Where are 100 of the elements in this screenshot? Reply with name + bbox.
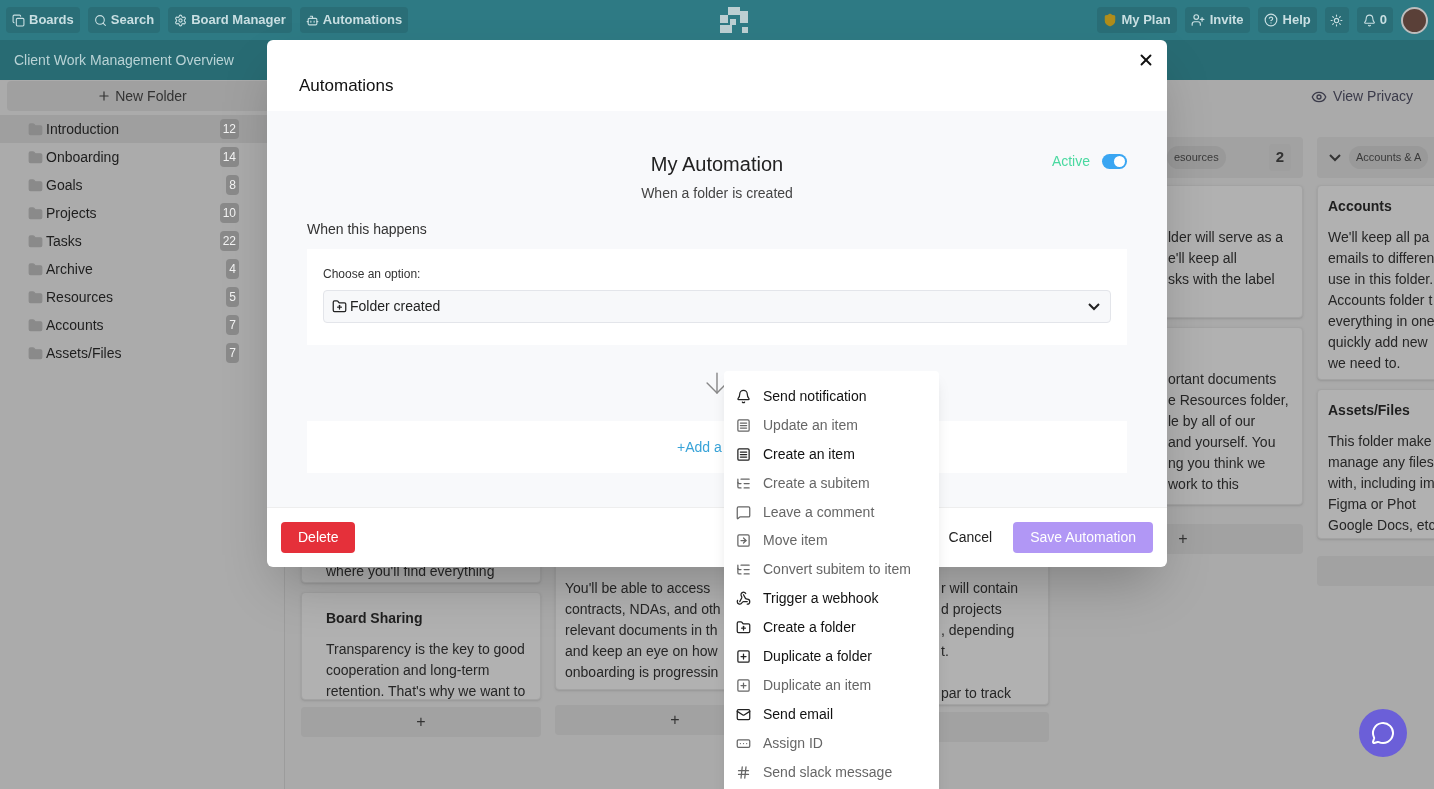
card-text: and keep an eye on how	[565, 642, 718, 661]
add-card-button[interactable]: +	[301, 707, 541, 737]
tree-icon	[736, 562, 751, 578]
folder-icon	[28, 317, 43, 333]
dialog-title: Automations	[299, 74, 394, 97]
hash-icon	[736, 764, 751, 780]
card-text: , depending	[941, 621, 1015, 640]
nav-button[interactable]: Search	[87, 7, 161, 33]
notifications-button[interactable]: 0	[1356, 7, 1393, 33]
folder-name: Tasks	[46, 231, 83, 251]
folder-icon	[28, 289, 43, 305]
chat-button[interactable]	[1359, 709, 1407, 757]
arrow-box-icon	[736, 533, 751, 549]
chat-icon	[1371, 721, 1395, 745]
theme-button[interactable]	[1324, 7, 1349, 33]
delete-button[interactable]: Delete	[281, 522, 356, 553]
folder-item[interactable]: Archive 4	[0, 255, 284, 283]
automation-name: My Automation	[650, 152, 784, 177]
card-text: everything in one	[1328, 312, 1434, 331]
toolbar-button[interactable]: Invite	[1184, 7, 1250, 33]
card-text: We'll keep all pa	[1328, 228, 1430, 247]
folder-item[interactable]: Assets/Files 7	[0, 339, 284, 367]
folder-name: Archive	[46, 259, 94, 279]
tree-icon	[736, 475, 751, 491]
card-text: t.	[941, 642, 949, 661]
folder-item[interactable]: Goals 8	[0, 171, 284, 199]
settings-icon	[174, 13, 188, 27]
card-text: e Resources folder,	[1168, 391, 1289, 410]
card-text: use in this folder.	[1328, 270, 1434, 289]
shield-icon	[1102, 13, 1117, 27]
menu-item[interactable]: Create an item	[724, 439, 939, 469]
select-value: Folder created	[350, 297, 442, 316]
card-text: sks with the label	[1168, 270, 1275, 289]
column-tag: esources	[1167, 146, 1226, 169]
folder-name: Onboarding	[46, 147, 121, 167]
comment-icon	[736, 504, 751, 520]
folder-icon	[28, 233, 43, 249]
folder-count: 22	[219, 231, 239, 251]
folder-item[interactable]: Resources 5	[0, 283, 284, 311]
menu-item[interactable]: Send notification	[724, 382, 939, 411]
plus-box-icon	[736, 677, 751, 693]
active-toggle[interactable]	[1102, 154, 1127, 169]
logo	[720, 7, 749, 33]
folder-count: 8	[226, 175, 239, 195]
toolbar-button[interactable]: My Plan	[1096, 7, 1177, 33]
card-title: Board Sharing	[326, 609, 424, 628]
bell-icon	[1362, 13, 1376, 27]
section-label: When this happens	[307, 220, 427, 239]
card-text: we need to.	[1328, 354, 1401, 373]
folder-item[interactable]: Onboarding 14	[0, 143, 284, 171]
card-text: d projects	[941, 600, 1002, 619]
nav-button[interactable]: Board Manager	[168, 7, 292, 33]
card-text: le by all of our	[1168, 412, 1256, 431]
card-text: onboarding is progressin	[565, 663, 719, 682]
folder-count: 5	[226, 287, 239, 307]
board-title: Client Work Management Overview	[14, 50, 234, 70]
card-text: Accounts folder t	[1328, 291, 1433, 310]
folder-name: Introduction	[46, 119, 121, 139]
card-text: e'll keep all	[1168, 249, 1237, 268]
card-title: Accounts	[1328, 197, 1393, 216]
menu-item[interactable]: Trigger a webhook	[724, 584, 939, 614]
nav-button[interactable]: Automations	[299, 7, 409, 33]
card-text: This folder make	[1328, 432, 1432, 451]
mail-icon	[736, 706, 751, 722]
folder-count: 12	[219, 119, 239, 139]
folder-plus-icon	[332, 299, 347, 314]
card-text: par to track	[941, 684, 1012, 703]
card-text: ortant documents	[1168, 370, 1277, 389]
menu-item[interactable]: Create a folder	[724, 613, 939, 642]
view-privacy-link[interactable]: View Privacy	[1333, 86, 1413, 107]
card-text: r will contain	[941, 579, 1019, 598]
folder-item[interactable]: Accounts 7	[0, 311, 284, 339]
field-label: Choose an option:	[323, 266, 421, 283]
card-text: relevant documents in th	[565, 621, 718, 640]
chevron-icon[interactable]	[1329, 153, 1341, 162]
card-text: ng you think we	[1168, 454, 1266, 473]
plus-icon	[97, 89, 112, 103]
avatar[interactable]	[1401, 6, 1428, 34]
folder-item[interactable]: Tasks 22	[0, 227, 284, 255]
nav-button[interactable]: Boards	[6, 7, 80, 33]
toolbar-button[interactable]: Help	[1257, 7, 1317, 33]
menu-item[interactable]: Duplicate a folder	[724, 642, 939, 671]
webhook-icon	[736, 591, 751, 607]
column-tag: Accounts & A	[1349, 146, 1429, 169]
card-text: with, including im	[1328, 474, 1434, 493]
folder-name: Assets/Files	[46, 343, 123, 363]
trigger-select[interactable]: Folder created	[323, 290, 1111, 323]
card-text: quickly add new	[1328, 333, 1428, 352]
robot-icon	[305, 13, 319, 27]
folder-icon	[28, 205, 43, 221]
folder-item[interactable]: Projects 10	[0, 199, 284, 227]
search-icon	[93, 13, 107, 27]
card-text: Figma or Phot	[1328, 495, 1416, 514]
folder-name: Projects	[46, 203, 98, 223]
card-text: cooperation and long-term	[326, 661, 490, 680]
card-text: retention. That's why we want to	[326, 682, 526, 699]
card-text: manage any files	[1328, 453, 1434, 472]
card-text: and yourself. You	[1168, 433, 1276, 452]
plus-box-icon	[736, 648, 751, 664]
card-text: work to this	[1168, 475, 1239, 494]
